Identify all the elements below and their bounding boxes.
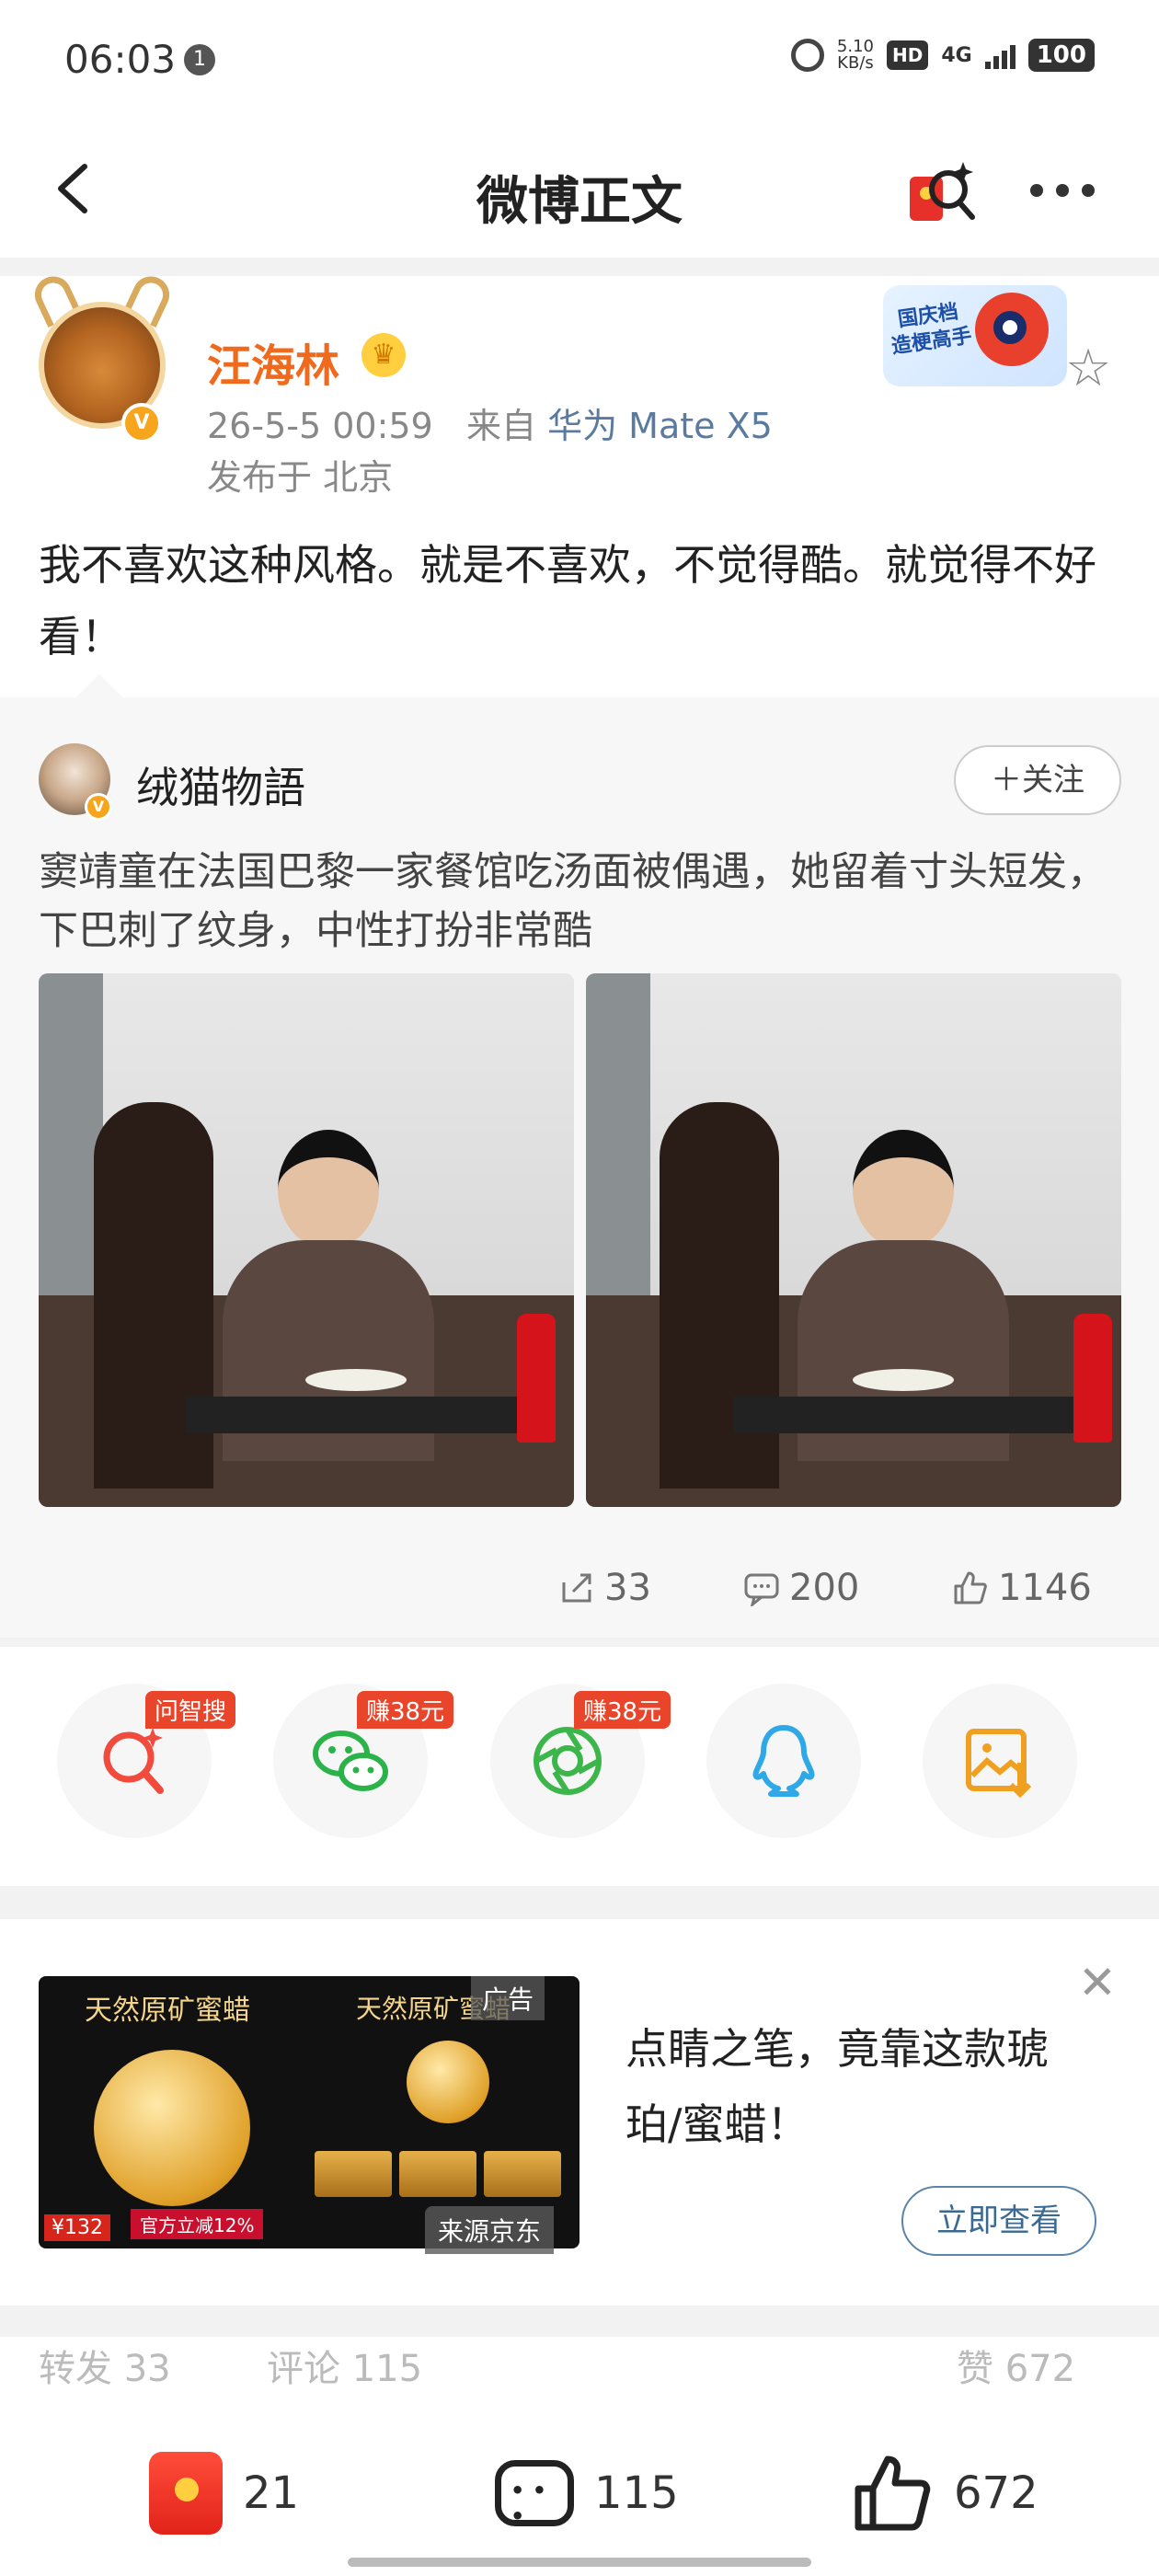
detail-tabs: 转发 33 评论 115 赞 672 — [0, 2337, 1159, 2392]
reposted-content[interactable]: V 绒猫物語 ＋关注 窦靖童在法国巴黎一家餐馆吃汤面被偶遇，她留着寸头短发，下巴… — [0, 673, 1159, 1638]
repost-text: 窦靖童在法国巴黎一家餐馆吃汤面被偶遇，她留着寸头短发，下巴刺了纹身，中性打扮非常… — [39, 849, 1107, 954]
device-source[interactable]: 华为 Mate X5 — [547, 406, 773, 446]
post-location: 发布于 北京 — [207, 457, 394, 498]
ai-search-icon — [103, 1728, 164, 1794]
like-button[interactable]: 672 — [851, 2447, 1039, 2539]
ad-title[interactable]: 点睛之笔，竟靠这款琥珀/蜜蜡！ — [625, 2011, 1104, 2162]
verified-badge-icon: V — [85, 793, 112, 821]
share-tag: 问智搜 — [145, 1691, 236, 1729]
comment-icon — [495, 2460, 574, 2529]
share-tag: 赚38元 — [357, 1691, 454, 1729]
hd-icon: HD — [887, 40, 929, 70]
username[interactable]: 汪海林 — [207, 329, 339, 394]
repost-photo-1[interactable] — [39, 973, 574, 1507]
crown-icon: ♛ — [361, 333, 406, 377]
notification-count-badge: 1 — [184, 44, 215, 75]
ad-card[interactable]: 天然原矿蜜蜡 天然原矿蜜蜡 ¥132 官方立减12% 广告 来源京东 ✕ 点睛之… — [0, 1919, 1159, 2306]
post-text: 我不喜欢这种风格。就是不喜欢，不觉得酷。就觉得不好看！ — [39, 540, 1096, 661]
nav-bar: 微博正文 — [0, 120, 1159, 258]
holiday-medal-badge[interactable]: 国庆档 造梗高手 — [883, 285, 1067, 386]
post-meta: 26-5-5 00:59 来自 华为 Mate X5 — [207, 406, 773, 446]
tab-reposts[interactable]: 转发 33 — [39, 2339, 171, 2392]
signal-icon — [984, 41, 1016, 69]
amber-tiles — [315, 2151, 561, 2197]
clock: 06:03 — [64, 37, 177, 82]
view-now-button[interactable]: 立即查看 — [901, 2186, 1096, 2256]
qq-icon — [752, 1725, 815, 1797]
ad-source: 来源京东 — [425, 2206, 555, 2254]
network-type: 4G — [941, 43, 972, 67]
follow-button[interactable]: ＋关注 — [954, 745, 1121, 815]
share-icon — [562, 1573, 591, 1603]
tab-likes[interactable]: 赞 672 — [957, 2339, 1075, 2392]
share-qq[interactable] — [706, 1684, 861, 1838]
repost-like-count[interactable]: 1146 — [952, 1567, 1092, 1609]
amber-bead — [94, 2050, 250, 2206]
wechat-icon — [313, 1731, 388, 1791]
like-icon — [954, 1571, 987, 1604]
red-packet-button[interactable]: 21 — [149, 2447, 299, 2539]
network-speed: 5.10 KB/s — [836, 37, 874, 73]
post-card: V 汪海林 ♛ 26-5-5 00:59 来自 华为 Mate X5 发布于 北… — [0, 270, 1159, 1638]
share-save-image[interactable] — [923, 1684, 1077, 1838]
mascot-icon — [975, 293, 1049, 366]
tab-comments[interactable]: 评论 115 — [267, 2339, 422, 2392]
ad-promo: 官方立减12% — [131, 2209, 264, 2239]
save-image-icon — [966, 1729, 1032, 1799]
page-title: 微博正文 — [476, 172, 683, 232]
red-packet-search-icon[interactable] — [906, 156, 980, 230]
home-indicator[interactable] — [348, 2558, 811, 2567]
more-options-icon[interactable] — [1030, 184, 1095, 197]
status-icons: 5.10 KB/s HD 4G 100 — [790, 37, 1095, 73]
alarm-icon — [790, 39, 824, 72]
verified-badge-icon: V — [121, 403, 162, 443]
repost-share-count[interactable]: 33 — [558, 1567, 651, 1609]
repost-comment-count[interactable]: 200 — [743, 1567, 859, 1609]
repost-notch — [75, 673, 123, 721]
thumbs-up-icon — [855, 2455, 931, 2531]
moments-icon — [534, 1727, 602, 1795]
repost-photo-2[interactable] — [586, 973, 1121, 1507]
comment-button[interactable]: 115 — [495, 2447, 679, 2539]
battery-icon: 100 — [1027, 39, 1095, 72]
status-bar: 06:03 1 5.10 KB/s HD 4G 100 — [0, 0, 1159, 120]
repost-username[interactable]: 绒猫物語 — [136, 754, 305, 815]
ad-price: ¥132 — [44, 2214, 110, 2241]
comment-icon — [744, 1573, 779, 1606]
ad-label: 广告 — [471, 1976, 545, 2020]
red-packet-icon — [149, 2452, 223, 2535]
favorite-star-icon[interactable]: ☆ — [1065, 339, 1111, 398]
bottom-action-bar: 21 115 672 — [0, 2392, 1159, 2576]
share-row: 问智搜 赚38元 赚38元 — [0, 1647, 1159, 1886]
close-icon[interactable]: ✕ — [1078, 1956, 1117, 2009]
amber-bead — [407, 2041, 489, 2123]
share-tag: 赚38元 — [574, 1691, 671, 1729]
